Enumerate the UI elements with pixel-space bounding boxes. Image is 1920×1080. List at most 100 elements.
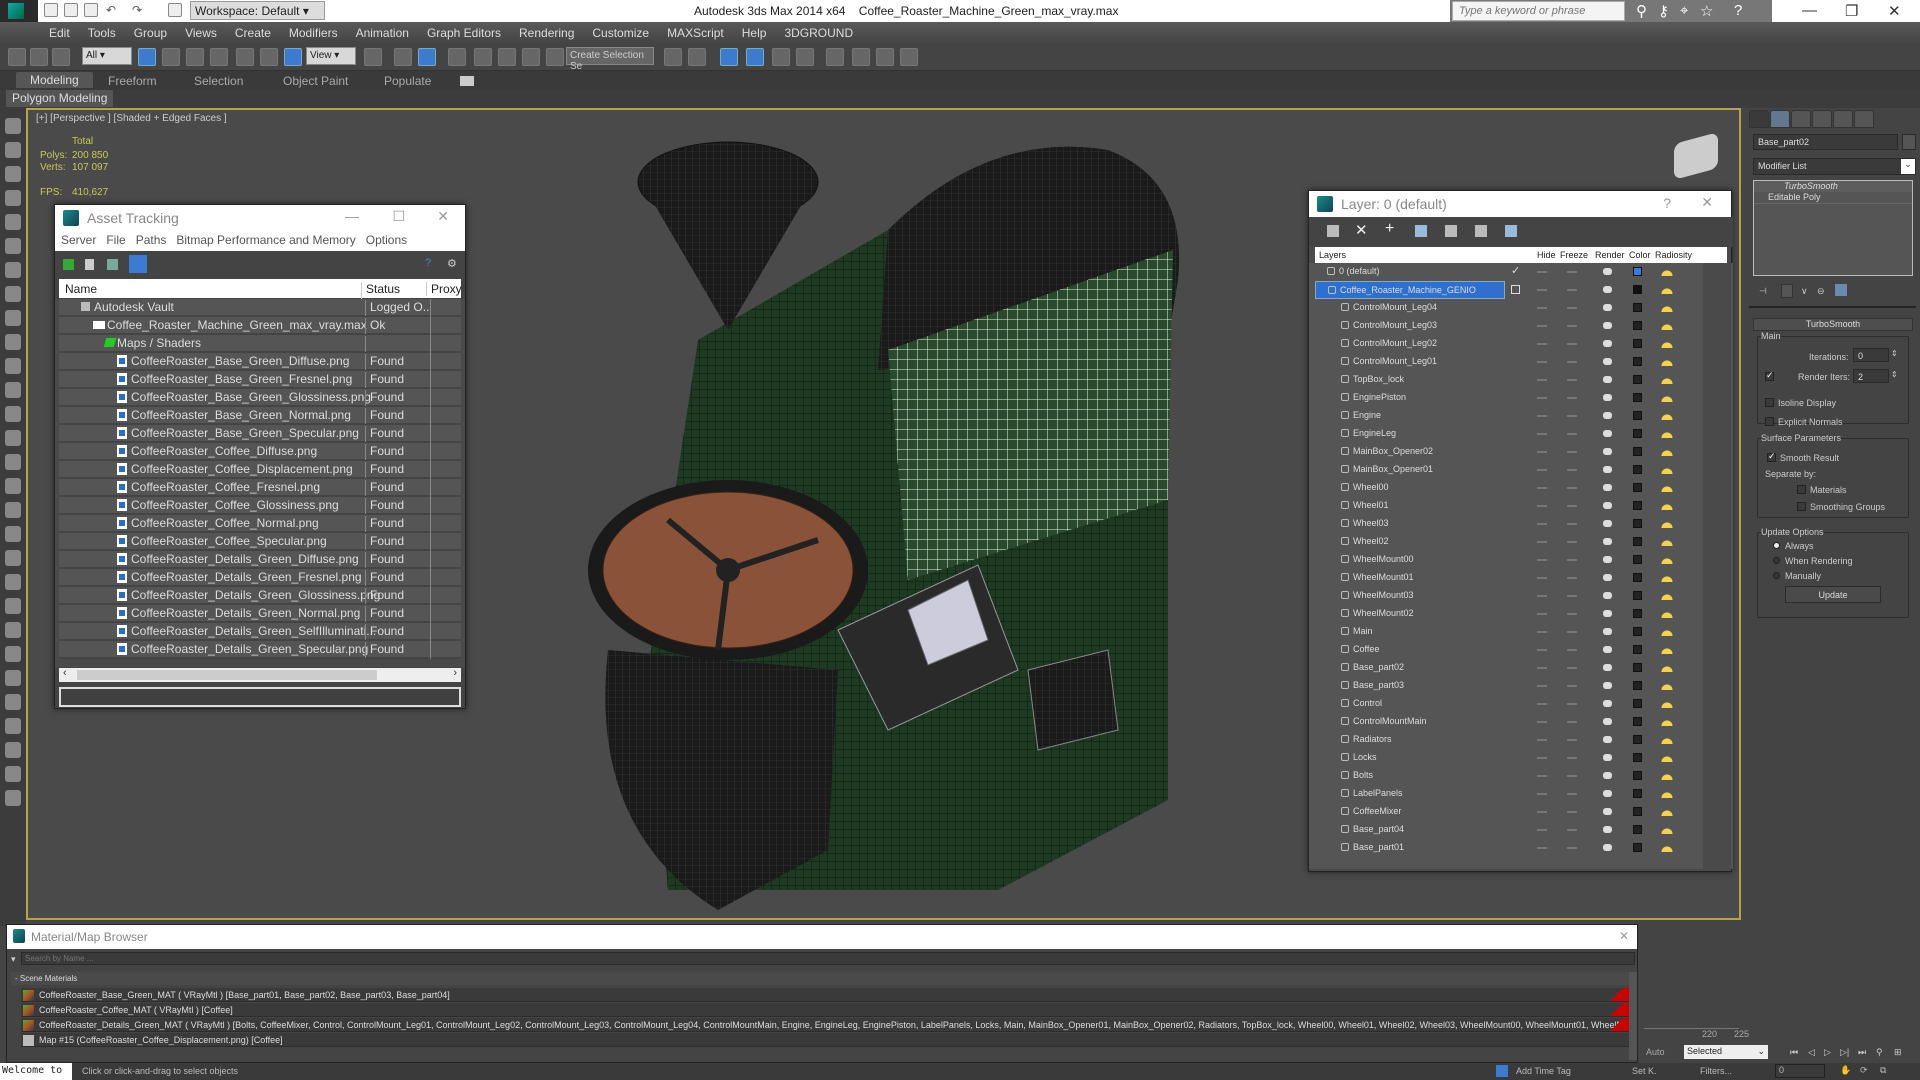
freeze-toggle[interactable] [1567,379,1577,381]
isoline-display-checkbox[interactable] [1765,398,1774,407]
render-teapot-icon[interactable] [1603,664,1612,671]
radiosity-icon[interactable] [1661,554,1673,564]
freeze-all-icon[interactable] [1505,225,1517,237]
hide-toggle[interactable] [1537,757,1547,759]
goto-start-icon[interactable]: ⏮ [1790,1047,1798,1058]
menu-graph-editors[interactable]: Graph Editors [418,22,510,43]
settings-help-icon[interactable]: ⚙ [447,257,457,270]
when-rendering-radio[interactable] [1773,557,1780,564]
remove-modifier-icon[interactable]: ⊖ [1817,286,1825,297]
maximize-viewport-icon[interactable]: ⧉ [1880,1065,1886,1076]
radiosity-icon[interactable] [1661,266,1673,276]
menu-customize[interactable]: Customize [583,22,658,43]
hide-toggle[interactable] [1537,415,1547,417]
hide-toggle[interactable] [1537,577,1547,579]
layer-color-swatch[interactable] [1633,789,1642,798]
asset-row[interactable]: CoffeeRoaster_Details_Green_Fresnel.png F… [59,569,461,587]
hide-toggle[interactable] [1537,559,1547,561]
layer-color-swatch[interactable] [1633,357,1642,366]
freeze-toggle[interactable] [1567,415,1577,417]
freeze-toggle[interactable] [1567,631,1577,633]
prev-frame-icon[interactable]: ◁ [1808,1047,1815,1058]
explicit-normals-checkbox[interactable] [1765,417,1774,426]
freeze-toggle[interactable] [1567,775,1577,777]
hide-toggle[interactable] [1537,271,1547,273]
object-row[interactable]: EnginePiston [1315,389,1715,407]
sweep-icon[interactable] [5,646,21,662]
path-icon[interactable] [5,670,21,686]
selection-filter-dropdown[interactable]: All ▾ [82,47,132,65]
menu-group[interactable]: Group [125,22,176,43]
render-teapot-icon[interactable] [1603,682,1612,689]
freeze-toggle[interactable] [1567,739,1577,741]
update-button[interactable]: Update [1785,586,1881,603]
asset-row[interactable]: CoffeeRoaster_Base_Green_Fresnel.png Foun… [59,371,461,389]
delete-layer-icon[interactable]: ✕ [1355,221,1368,239]
hide-toggle[interactable] [1537,847,1547,849]
object-row[interactable]: ControlMountMain [1315,713,1715,731]
radiosity-icon[interactable] [1661,806,1673,816]
render-iters-input[interactable]: 2 [1853,369,1889,383]
hide-toggle[interactable] [1537,307,1547,309]
layer-color-swatch[interactable] [1633,771,1642,780]
play-icon[interactable]: ▷ [1824,1047,1831,1058]
materials-checkbox[interactable] [1797,485,1806,494]
object-row[interactable]: WheelMount00 [1315,551,1715,569]
radiosity-icon[interactable] [1661,482,1673,492]
current-frame-input[interactable]: 0 [1775,1064,1825,1078]
radiosity-icon[interactable] [1661,716,1673,726]
asset-row[interactable]: CoffeeRoaster_Coffee_Fresnel.png Found [59,479,461,497]
mirror-tool-icon[interactable] [664,48,682,66]
asset-row[interactable]: Autodesk Vault Logged O... [59,299,461,317]
thumbnail-view-icon[interactable] [107,259,118,270]
hide-toggle[interactable] [1537,361,1547,363]
layer-color-swatch[interactable] [1633,717,1642,726]
torus-icon[interactable] [5,430,21,446]
menu-views[interactable]: Views [176,22,226,43]
render-teapot-icon[interactable] [1603,502,1612,509]
asset-row[interactable]: CoffeeRoaster_Coffee_Specular.png Found [59,533,461,551]
layer-color-swatch[interactable] [1633,555,1642,564]
freeze-toggle[interactable] [1567,793,1577,795]
reference-coordinate-dropdown[interactable]: View ▾ [306,47,356,65]
radiosity-icon[interactable] [1661,626,1673,636]
layer-manager-icon[interactable] [746,48,764,66]
select-and-scale-icon[interactable] [284,48,302,66]
hide-toggle[interactable] [1537,343,1547,345]
box-icon[interactable] [5,334,21,350]
sphere-icon[interactable] [5,358,21,374]
object-row[interactable]: Control [1315,695,1715,713]
hide-toggle[interactable] [1537,433,1547,435]
select-and-link-icon[interactable] [8,48,26,66]
render-teapot-icon[interactable] [1603,754,1612,761]
layer-color-swatch[interactable] [1633,591,1642,600]
auto-key-button[interactable]: Auto [1646,1047,1665,1057]
binoculars-icon[interactable]: ⚲ [1636,2,1647,20]
list-view-icon[interactable] [85,259,94,270]
select-object-icon[interactable] [138,48,156,66]
add-to-layer-icon[interactable]: + [1385,220,1394,238]
object-row[interactable]: Main [1315,623,1715,641]
select-and-move-icon[interactable] [236,48,254,66]
render-iters-spinner[interactable]: ⇕ [1891,370,1898,379]
zoom-extents-icon[interactable]: ⊞ [1894,1047,1902,1058]
unlink-icon[interactable] [30,48,48,66]
render-setup-icon[interactable] [852,48,870,66]
freeze-toggle[interactable] [1567,811,1577,813]
radiosity-icon[interactable] [1661,338,1673,348]
vertical-scrollbar[interactable] [1629,972,1637,1060]
layer-color-swatch[interactable] [1633,627,1642,636]
hide-toggle[interactable] [1537,811,1547,813]
radiosity-icon[interactable] [1661,284,1673,294]
object-row[interactable]: CoffeeMixer [1315,803,1715,821]
manually-radio[interactable] [1773,572,1780,579]
radiosity-icon[interactable] [1661,680,1673,690]
motion-tab-icon[interactable] [1812,110,1832,128]
show-end-result-icon[interactable] [1781,284,1793,298]
render-teapot-icon[interactable] [1603,610,1612,617]
column-name[interactable]: Name [65,282,97,296]
menu-help[interactable]: Help [733,22,776,43]
scene-materials-header[interactable]: - Scene Materials [11,972,1633,985]
hide-toggle[interactable] [1537,523,1547,525]
layer-color-swatch[interactable] [1633,429,1642,438]
